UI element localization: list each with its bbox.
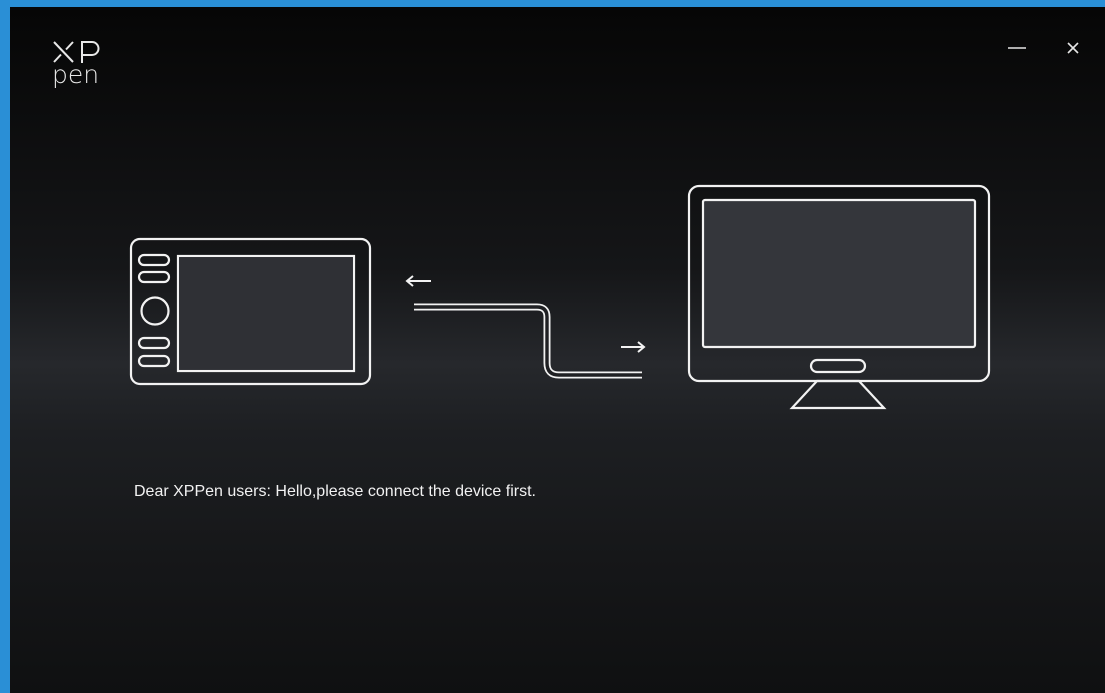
left-arrow-icon xyxy=(405,275,431,287)
app-window: pen Dear XPPen users: Hello,please conne… xyxy=(10,7,1105,693)
connection-illustration xyxy=(129,184,991,410)
right-arrow-icon xyxy=(621,341,646,353)
tablet-screen xyxy=(179,257,353,370)
usb-cable-icon xyxy=(414,303,642,379)
connect-device-message: Dear XPPen users: Hello,please connect t… xyxy=(134,483,536,500)
monitor-icon xyxy=(687,184,991,410)
